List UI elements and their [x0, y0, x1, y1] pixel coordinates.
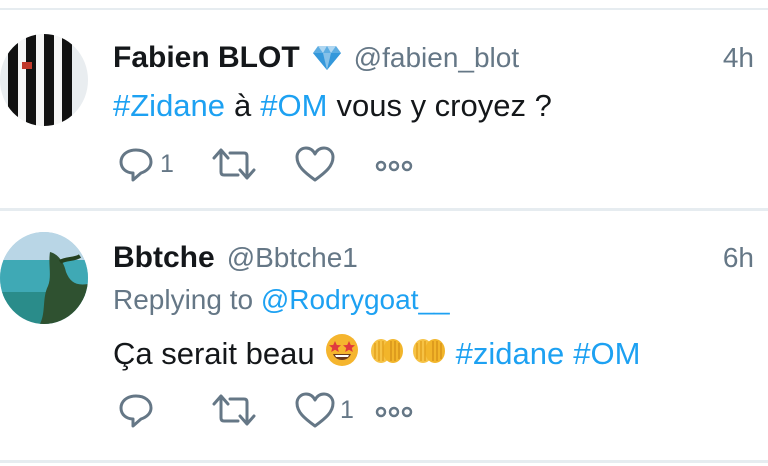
hashtag-link[interactable]: #OM: [573, 336, 640, 372]
like-button[interactable]: 1: [294, 390, 354, 430]
hashtag-link[interactable]: #OM: [260, 88, 327, 124]
handle[interactable]: @fabien_blot: [354, 42, 519, 74]
hashtag-link[interactable]: #zidane: [456, 336, 565, 372]
replying-prefix: Replying to: [113, 284, 254, 315]
tweet-header: Fabien BLOT @fabien_blot 4h: [113, 38, 754, 78]
tweet-text: #Zidane à #OM vous y croyez ?: [113, 88, 552, 124]
tweet-header: Bbtche @Bbtche1 6h: [113, 238, 754, 278]
more-dots-icon: [375, 406, 413, 418]
timestamp[interactable]: 4h: [723, 42, 754, 74]
tweet-text-segment: à: [234, 88, 252, 123]
top-divider: [0, 8, 768, 10]
like-count: 1: [340, 395, 354, 424]
heart-icon: [295, 146, 335, 182]
heart-icon: [295, 392, 335, 428]
clapping-hands-emoji-icon: [411, 335, 447, 373]
clapping-hands-emoji-icon: [369, 335, 405, 373]
retweet-button[interactable]: [210, 390, 262, 430]
tweet-text: Ça serait beau #zidane #OM: [113, 332, 640, 376]
tweet-actions: 1: [116, 390, 436, 430]
tweet-actions: 1: [116, 144, 436, 184]
star-struck-emoji-icon: [324, 332, 360, 376]
tweet-bbtche[interactable]: Bbtche @Bbtche1 6h Replying to @Rodrygoa…: [0, 214, 768, 458]
replying-to: Replying to @Rodrygoat__: [113, 284, 450, 316]
retweet-icon: [212, 148, 256, 180]
tweet-text-segment: Ça serait beau: [113, 336, 315, 371]
retweet-button[interactable]: [210, 144, 262, 184]
more-dots-icon: [375, 160, 413, 172]
reply-button[interactable]: 1: [116, 144, 174, 184]
more-options-button[interactable]: [372, 390, 416, 430]
mention-link[interactable]: @Rodrygoat__: [261, 284, 450, 315]
more-options-button[interactable]: [372, 144, 416, 184]
tweet-text-segment: vous y croyez ?: [336, 88, 552, 123]
bottom-divider: [0, 460, 768, 463]
hashtag-link[interactable]: #Zidane: [113, 88, 225, 124]
display-name[interactable]: Bbtche: [113, 241, 215, 275]
diamond-emoji-icon: [312, 45, 342, 71]
reply-icon: [119, 148, 153, 182]
reply-icon: [119, 394, 153, 428]
tweet-divider: [0, 208, 768, 211]
like-button[interactable]: [294, 144, 340, 184]
display-name[interactable]: Fabien BLOT: [113, 41, 300, 75]
retweet-icon: [212, 394, 256, 426]
tweet-fabien-blot[interactable]: Fabien BLOT @fabien_blot 4h #Zidane à #OM v…: [0, 12, 768, 206]
timestamp[interactable]: 6h: [723, 242, 754, 274]
handle[interactable]: @Bbtche1: [227, 242, 358, 274]
avatar[interactable]: [0, 34, 88, 126]
reply-button[interactable]: [116, 390, 160, 430]
reply-count: 1: [160, 149, 174, 178]
avatar[interactable]: [0, 232, 88, 324]
